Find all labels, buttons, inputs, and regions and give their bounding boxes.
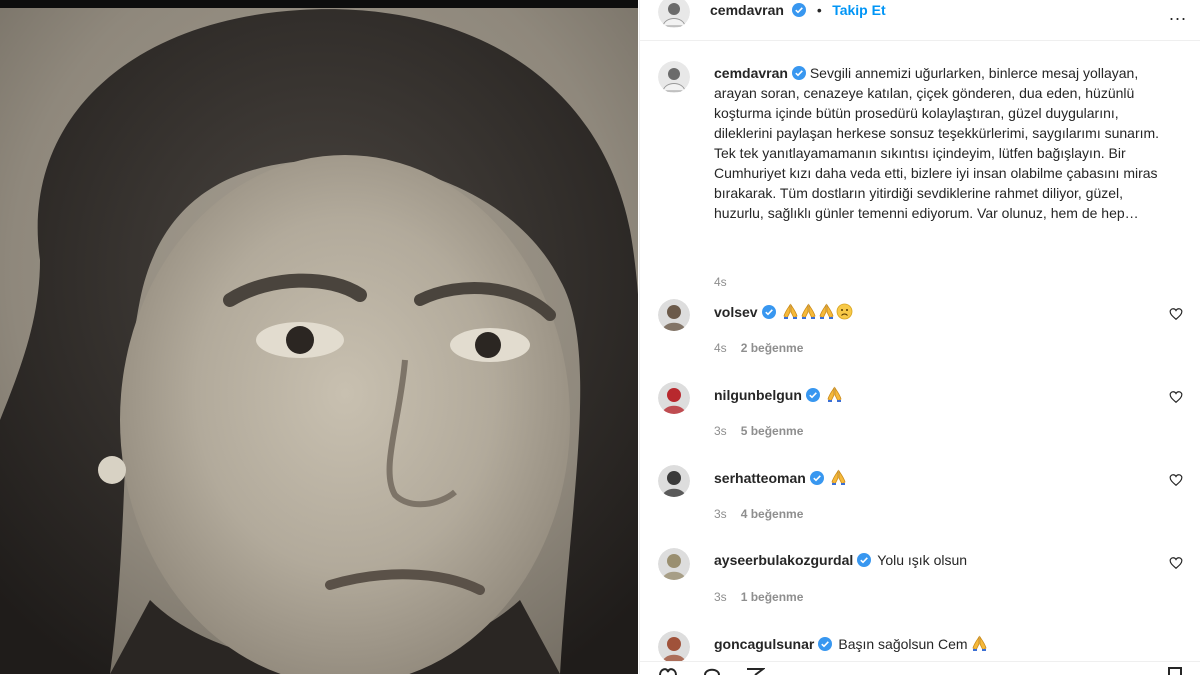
vintage-portrait-image — [0, 0, 638, 674]
comment-like-heart-icon[interactable] — [1169, 390, 1183, 404]
caption-author-avatar[interactable] — [658, 61, 690, 93]
verified-badge-icon — [857, 553, 872, 567]
comment-item: serhatteoman 3s 4 beğenme — [658, 465, 1183, 525]
comment-timestamp[interactable]: 3s — [714, 507, 727, 521]
verified-badge-icon — [792, 3, 807, 17]
more-options-icon[interactable]: ... — [1169, 4, 1187, 25]
folded-hands-emoji-icon — [831, 469, 846, 485]
comment-likes-count[interactable]: 2 beğenme — [741, 341, 804, 355]
commenter-avatar[interactable] — [658, 382, 690, 414]
caption-username[interactable]: cemdavran — [714, 65, 788, 81]
comment-timestamp[interactable]: 3s — [714, 590, 727, 604]
comment-like-heart-icon[interactable] — [1169, 473, 1183, 487]
header-separator: • — [816, 2, 822, 18]
commenter-username[interactable]: nilgunbelgun — [714, 387, 802, 403]
folded-hands-emoji-icon — [972, 635, 987, 651]
verified-badge-icon — [805, 388, 820, 402]
comment-likes-count[interactable]: 1 beğenme — [741, 590, 804, 604]
author-avatar[interactable] — [658, 0, 690, 28]
folded-hands-emoji-icon — [819, 303, 834, 319]
comment-text — [782, 303, 854, 320]
commenter-avatar[interactable] — [658, 299, 690, 331]
commenter-username[interactable]: goncagulsunar — [714, 636, 814, 652]
comment-text: Başın sağolsun Cem — [838, 635, 989, 652]
verified-badge-icon — [818, 637, 833, 651]
comment-item: volsev 4s 2 beğenme — [658, 299, 1183, 359]
comment-item: goncagulsunar Başın sağolsun Cem — [658, 631, 1183, 661]
comment-item: nilgunbelgun 3s 5 beğenme — [658, 382, 1183, 442]
folded-hands-emoji-icon — [783, 303, 798, 319]
comment-text — [830, 469, 848, 486]
post-actions-bar — [640, 661, 1200, 675]
comment-like-heart-icon[interactable] — [1169, 307, 1183, 321]
post-side-panel: cemdavran • Takip Et ... cemdavran Sevgi… — [639, 0, 1200, 675]
post-header: cemdavran • Takip Et ... — [640, 0, 1200, 41]
verified-badge-icon — [761, 305, 776, 319]
comment-text-content: Yolu ışık olsun — [877, 552, 968, 568]
comment-timestamp[interactable]: 3s — [714, 424, 727, 438]
follow-button[interactable]: Takip Et — [832, 2, 885, 18]
folded-hands-emoji-icon — [827, 386, 842, 402]
commenter-username[interactable]: ayseerbulakozgurdal — [714, 552, 853, 568]
comment-item: ayseerbulakozgurdal Yolu ışık olsun 3s 1 be… — [658, 548, 1183, 608]
caption-timestamp[interactable]: 4s — [714, 275, 727, 289]
commenter-avatar[interactable] — [658, 548, 690, 580]
commenter-avatar[interactable] — [658, 465, 690, 497]
comment-timestamp[interactable]: 4s — [714, 341, 727, 355]
author-username[interactable]: cemdavran — [710, 2, 784, 18]
commenter-avatar[interactable] — [658, 631, 690, 661]
comment-text-content: Başın sağolsun Cem — [838, 636, 968, 652]
post-photo[interactable] — [0, 0, 638, 674]
folded-hands-emoji-icon — [801, 303, 816, 319]
comment-like-heart-icon[interactable] — [1169, 556, 1183, 570]
instagram-post-view: cemdavran • Takip Et ... cemdavran Sevgi… — [0, 0, 1200, 675]
commenter-username[interactable]: serhatteoman — [714, 470, 806, 486]
comments-scroll-area[interactable]: cemdavran Sevgili annemizi uğurlarken, b… — [640, 41, 1200, 661]
comment-text: Yolu ışık olsun — [877, 552, 967, 568]
verified-badge-icon — [791, 66, 806, 80]
comment-text — [826, 386, 844, 403]
verified-badge-icon — [809, 471, 824, 485]
commenter-username[interactable]: volsev — [714, 304, 758, 320]
sad-face-emoji-icon — [836, 303, 852, 320]
caption-text: Sevgili annemizi uğurlarken, binlerce me… — [714, 65, 1160, 221]
comment-likes-count[interactable]: 5 beğenme — [741, 424, 804, 438]
comment-likes-count[interactable]: 4 beğenme — [741, 507, 804, 521]
